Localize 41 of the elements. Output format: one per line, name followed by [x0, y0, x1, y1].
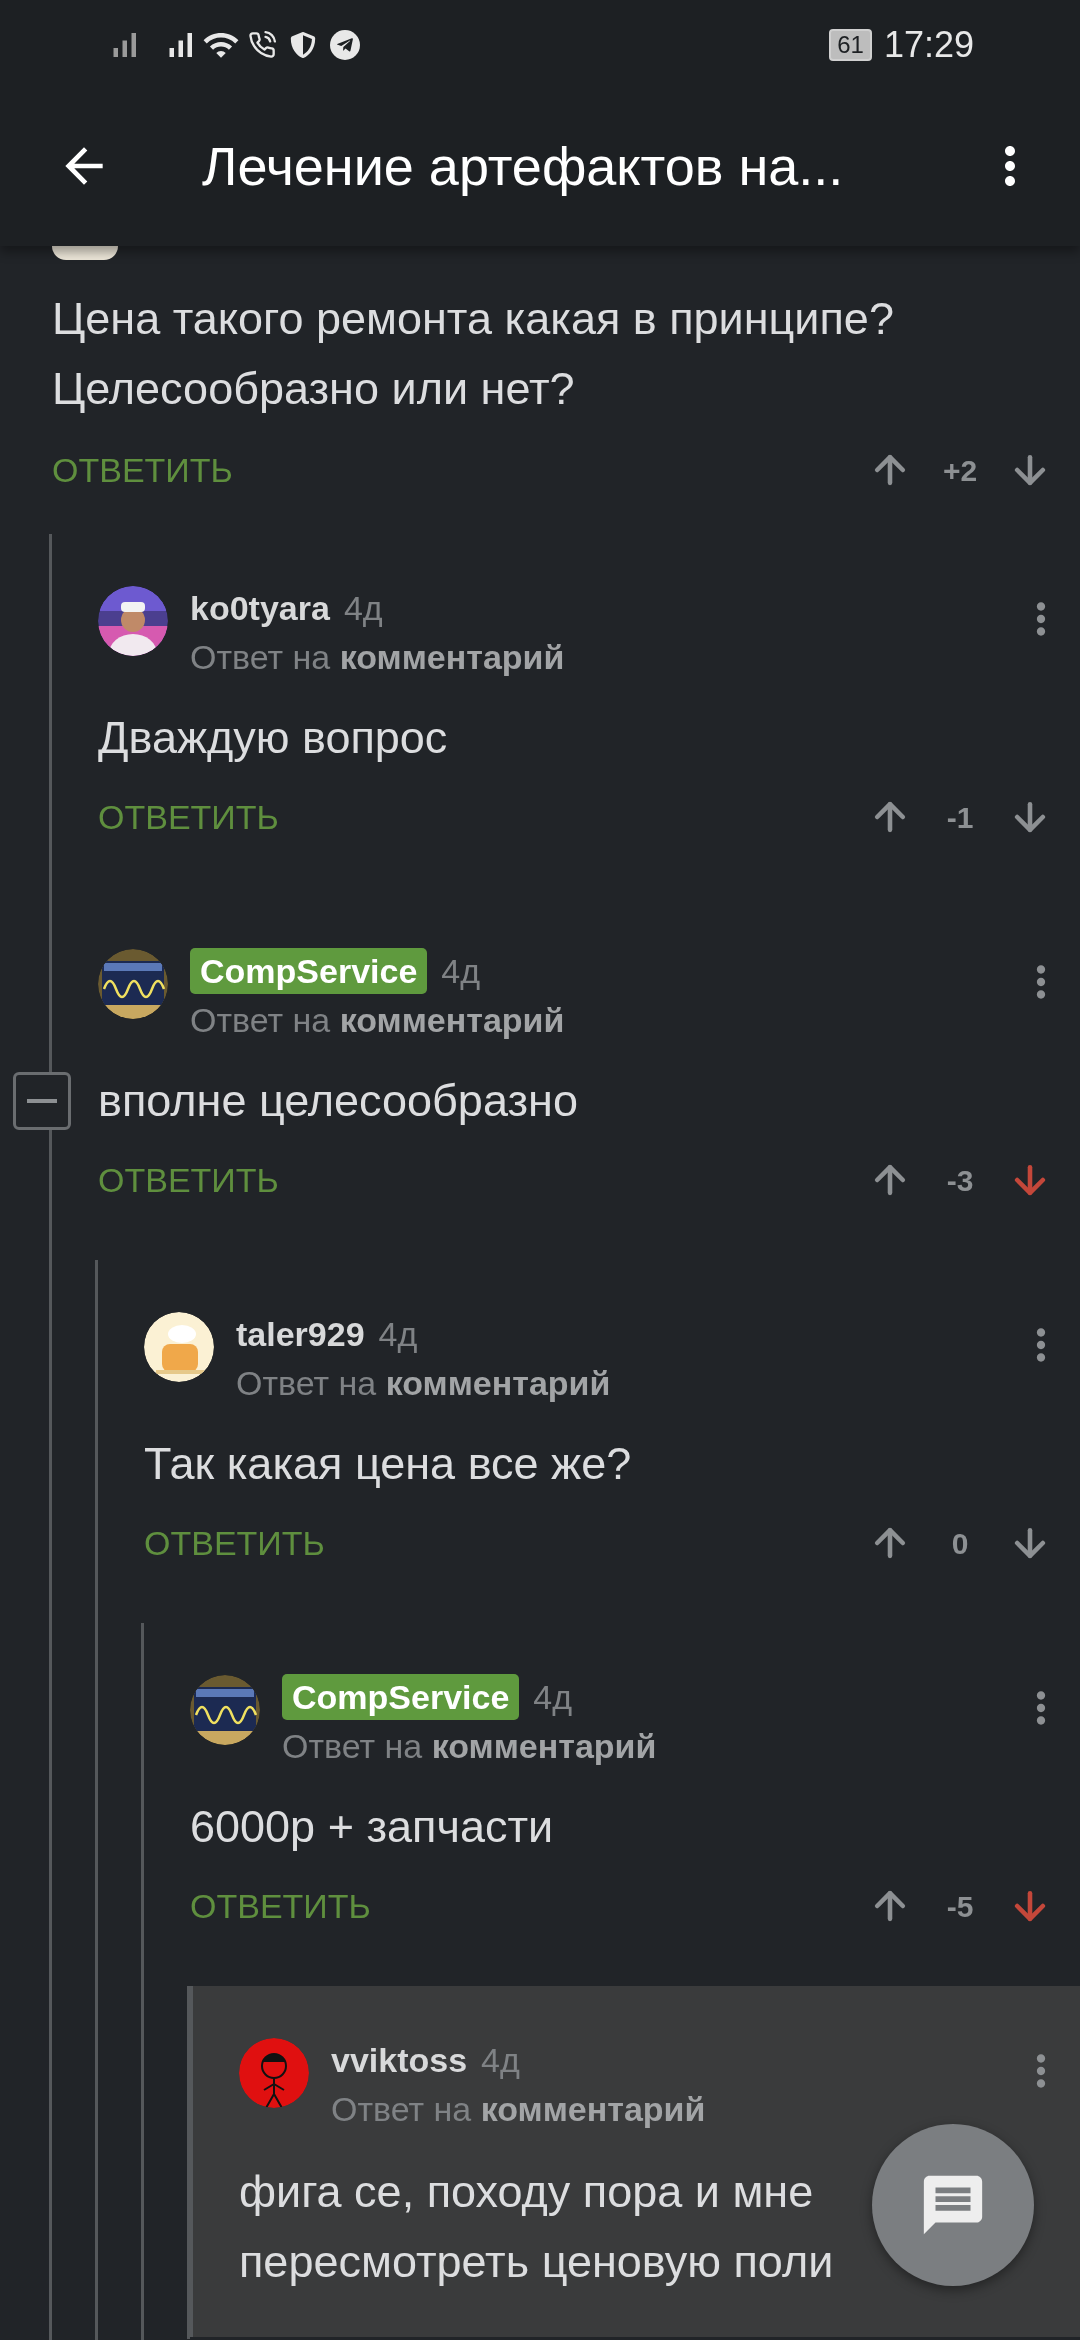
telegram-icon: [330, 30, 360, 60]
reply-to-text: Ответ на комментарий: [190, 637, 566, 678]
reply-link[interactable]: ОТВЕТИТЬ: [98, 791, 279, 843]
score: -5: [945, 1888, 975, 1925]
reply-to-text: Ответ на комментарий: [236, 1363, 612, 1404]
score: 0: [950, 1525, 970, 1562]
reply-to-text: Ответ на комментарий: [282, 1726, 658, 1767]
clock: 17:29: [883, 23, 974, 67]
author-name[interactable]: CompService: [282, 1674, 520, 1720]
timestamp: 4д: [343, 587, 383, 629]
comment-text: 6000р + запчасти: [190, 1800, 555, 1854]
comment-text: Так какая цена все же?: [144, 1437, 633, 1491]
timestamp: 4д: [533, 1676, 573, 1718]
score: -1: [945, 799, 975, 836]
author-name[interactable]: ko0tyara: [190, 582, 330, 634]
battery-indicator: 61: [829, 29, 872, 61]
score: +2: [942, 452, 978, 489]
reply-link[interactable]: ОТВЕТИТЬ: [52, 444, 233, 496]
reply-to-text: Ответ на комментарий: [190, 1000, 566, 1041]
timestamp: 4д: [441, 950, 481, 992]
comment-text: Цена такого ремонта какая в принципе? Целесообразно или нет?: [52, 292, 895, 416]
avatar: [52, 246, 118, 260]
score: -3: [945, 1162, 975, 1199]
collapse-button[interactable]: [13, 1072, 71, 1130]
reply-link[interactable]: ОТВЕТИТЬ: [190, 1880, 371, 1932]
author-name[interactable]: taler929: [236, 1308, 365, 1360]
phone-icon: [248, 31, 276, 59]
comment-text: вполне целесообразно: [98, 1074, 579, 1128]
comment-text: Дваждую вопрос: [98, 711, 449, 765]
author-name[interactable]: vviktoss: [331, 2034, 468, 2086]
comment-text: фига се, походу пора и мне: [239, 2165, 814, 2219]
shield-icon: [290, 32, 316, 58]
comment-text: пересмотреть ценовую поли: [239, 2235, 834, 2289]
minus-icon: [27, 1099, 57, 1103]
reply-link[interactable]: ОТВЕТИТЬ: [98, 1154, 279, 1206]
page-title: Лечение артефактов на...: [202, 134, 845, 198]
timestamp: 4д: [481, 2039, 520, 2081]
author-name[interactable]: CompService: [190, 948, 428, 994]
timestamp: 4д: [378, 1313, 418, 1355]
reply-link[interactable]: ОТВЕТИТЬ: [144, 1517, 325, 1569]
reply-to-text: Ответ на комментарий: [331, 2089, 707, 2130]
